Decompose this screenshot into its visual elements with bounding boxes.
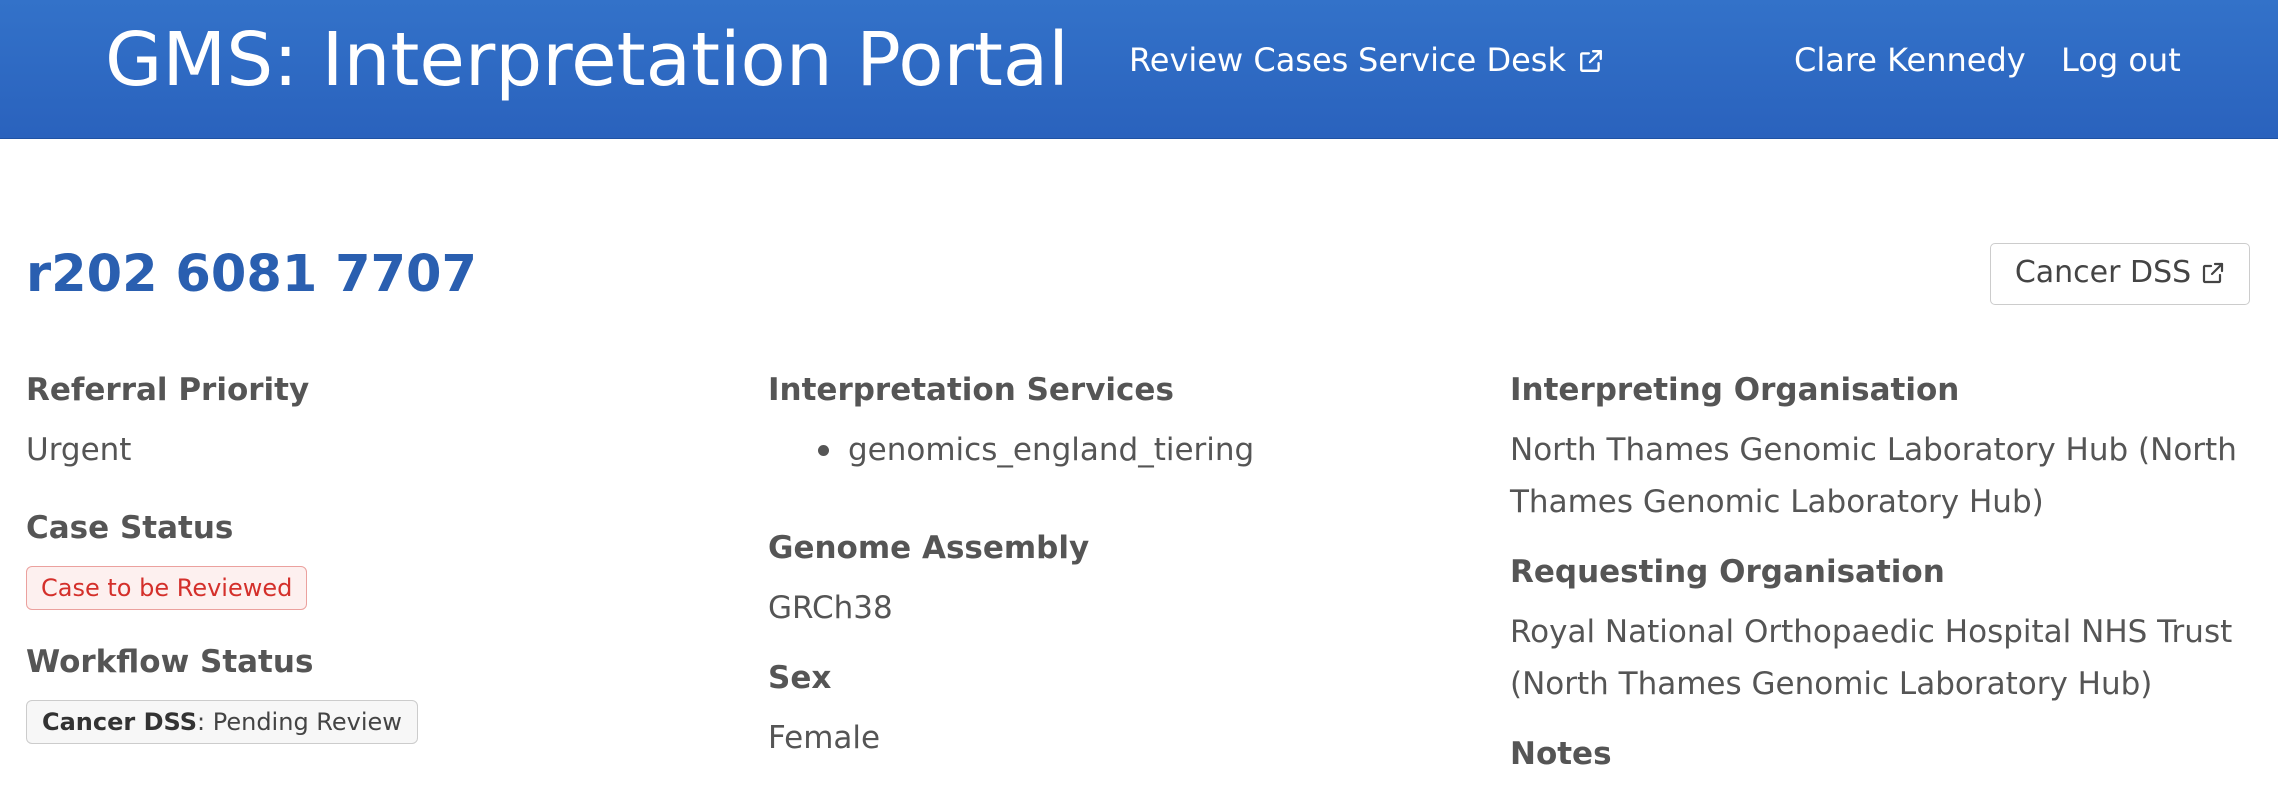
interpreting-organisation-line-2: Thames Genomic Laboratory Hub) (1510, 484, 2044, 520)
genome-assembly-label: Genome Assembly (768, 530, 1090, 566)
referral-priority-value: Urgent (26, 432, 132, 468)
nav-service-desk[interactable]: Service Desk (1358, 38, 1604, 82)
details-column-3: Interpreting Organisation North Thames G… (1510, 370, 2237, 774)
interpreting-organisation-line-1: North Thames Genomic Laboratory Hub (Nor… (1510, 432, 2237, 468)
details-column-2: Interpretation Services genomics_england… (768, 370, 1254, 764)
cancer-dss-button[interactable]: Cancer DSS (1990, 243, 2250, 305)
requesting-organisation-line-2: (North Thames Genomic Laboratory Hub) (1510, 666, 2153, 702)
list-item: genomics_england_tiering (817, 424, 1254, 476)
case-title: r202 6081 7707 (26, 245, 478, 304)
nav-user-name[interactable]: Clare Kennedy (1794, 38, 2026, 82)
workflow-status-label: Workflow Status (26, 644, 314, 680)
details-column-1: Referral Priority Urgent Case Status Cas… (26, 370, 418, 744)
case-status-badge: Case to be Reviewed (26, 566, 308, 610)
requesting-organisation-line-1: Royal National Orthopaedic Hospital NHS … (1510, 614, 2233, 650)
external-link-icon (2203, 262, 2224, 284)
nav-log-out[interactable]: Log out (2061, 38, 2181, 82)
cancer-dss-button-label: Cancer DSS (2014, 255, 2192, 290)
referral-priority-label: Referral Priority (26, 372, 310, 408)
genome-assembly-value: GRCh38 (768, 590, 893, 626)
interpreting-organisation-label: Interpreting Organisation (1510, 372, 1960, 408)
external-link-icon (1580, 50, 1602, 72)
nav-review-cases[interactable]: Review Cases (1129, 38, 1348, 82)
nav-service-desk-label: Service Desk (1358, 41, 1566, 79)
app-title[interactable]: GMS: Interpretation Portal (105, 10, 1069, 110)
sex-value: Female (768, 720, 881, 756)
sex-label: Sex (768, 660, 832, 696)
workflow-status-badge: Cancer DSS: Pending Review (26, 700, 418, 744)
top-navbar: GMS: Interpretation Portal Review Cases … (0, 0, 2278, 139)
workflow-status-system: Cancer DSS (42, 708, 198, 736)
requesting-organisation-label: Requesting Organisation (1510, 554, 1945, 590)
case-status-label: Case Status (26, 510, 234, 546)
workflow-status-value: : Pending Review (197, 708, 402, 736)
interpretation-services-list: genomics_england_tiering (768, 424, 1254, 476)
interpretation-services-label: Interpretation Services (768, 372, 1174, 408)
notes-label: Notes (1510, 736, 1612, 772)
